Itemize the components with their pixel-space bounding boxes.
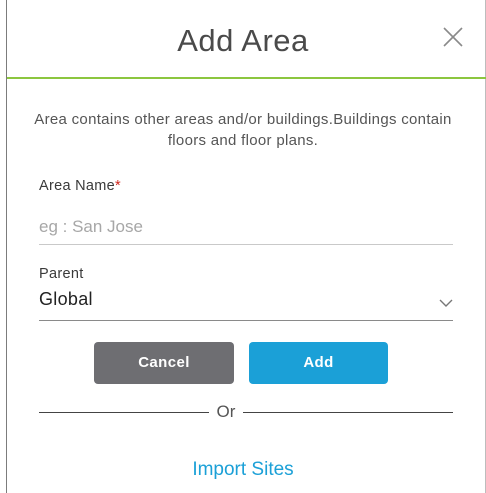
area-name-input[interactable] — [39, 209, 453, 245]
cancel-button[interactable]: Cancel — [94, 342, 234, 384]
required-marker: * — [115, 178, 121, 194]
area-name-label-text: Area Name — [39, 178, 116, 194]
dialog-left-border — [6, 0, 7, 493]
chevron-down-icon — [439, 295, 453, 307]
parent-select[interactable]: Global — [39, 285, 453, 321]
or-divider-left — [39, 412, 209, 413]
parent-label: Parent — [39, 266, 84, 282]
close-icon[interactable] — [440, 24, 466, 50]
dialog-description: Area contains other areas and/or buildin… — [34, 111, 452, 149]
import-sites-link[interactable]: Import Sites — [0, 459, 486, 481]
add-area-dialog: Add Area Area contains other areas and/o… — [0, 0, 486, 493]
add-button[interactable]: Add — [249, 342, 388, 384]
or-divider-text: Or — [216, 402, 236, 421]
dialog-title: Add Area — [177, 23, 309, 58]
or-divider-right — [243, 412, 453, 413]
area-name-label: Area Name* — [39, 178, 121, 194]
header-divider — [7, 77, 486, 79]
parent-select-value: Global — [39, 289, 93, 309]
